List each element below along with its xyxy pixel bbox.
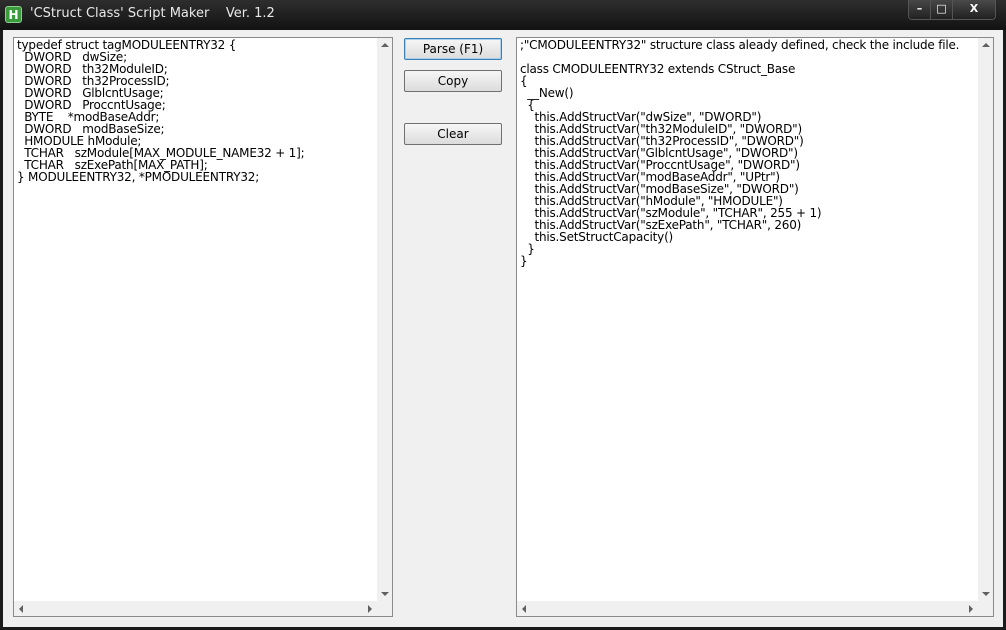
window-client-area: typedef struct tagMODULEENTRY32 { DWORD … [3,30,1003,627]
output-vertical-scrollbar[interactable] [978,38,993,601]
app-icon: H [5,6,22,23]
class-output-editor[interactable]: ;"CMODULEENTRY32" structure class aleady… [516,37,994,617]
maximize-button[interactable]: □ [931,0,953,19]
copy-button[interactable]: Copy [404,70,502,92]
struct-input-text[interactable]: typedef struct tagMODULEENTRY32 { DWORD … [17,39,376,600]
scroll-left-arrow-icon[interactable] [517,601,532,616]
scrollbar-corner [978,601,993,616]
parse-button[interactable]: Parse (F1) [404,38,502,60]
scroll-down-arrow-icon[interactable] [377,586,392,601]
scroll-left-arrow-icon[interactable] [14,601,29,616]
clear-button[interactable]: Clear [404,123,502,145]
close-button[interactable]: X [953,0,995,19]
scroll-right-arrow-icon[interactable] [362,601,377,616]
input-horizontal-scrollbar[interactable] [14,601,377,616]
window-title: 'CStruct Class' Script Maker Ver. 1.2 [30,6,275,21]
scroll-right-arrow-icon[interactable] [963,601,978,616]
scroll-down-arrow-icon[interactable] [978,586,993,601]
title-bar[interactable]: H 'CStruct Class' Script Maker Ver. 1.2 … [0,0,1006,30]
input-vertical-scrollbar[interactable] [377,38,392,601]
output-horizontal-scrollbar[interactable] [517,601,978,616]
window-controls: – □ X [908,0,996,20]
struct-input-editor[interactable]: typedef struct tagMODULEENTRY32 { DWORD … [13,37,393,617]
scroll-up-arrow-icon[interactable] [377,38,392,53]
minimize-button[interactable]: – [909,0,931,19]
class-output-text[interactable]: ;"CMODULEENTRY32" structure class aleady… [520,39,977,600]
scrollbar-corner [377,601,392,616]
scroll-up-arrow-icon[interactable] [978,38,993,53]
